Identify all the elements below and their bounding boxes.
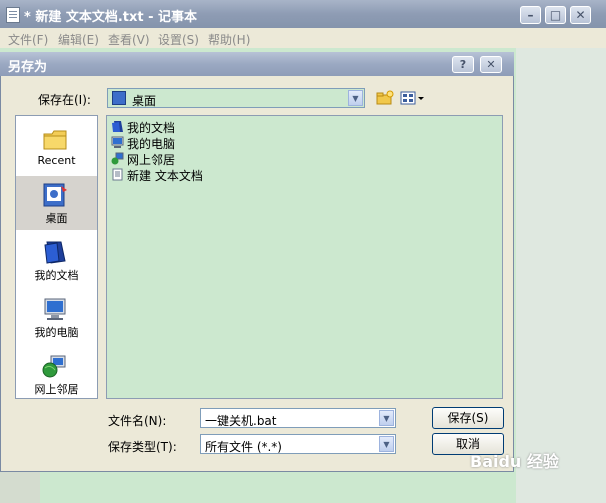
my-computer-icon [44,298,66,320]
menu-edit[interactable]: 编辑(E) [58,31,99,48]
desktop-icon [43,183,67,207]
filetype-label: 保存类型(T): [108,440,177,454]
notepad-bottom-strip [0,472,40,503]
network-places-icon [111,152,124,165]
notepad-title: * 新建 文本文档.txt - 记事本 [24,10,198,25]
place-my-documents[interactable]: 我的文档 [16,233,97,287]
filename-input[interactable]: 一键关机.bat ▼ [200,408,396,428]
save-in-value: 桌面 [132,94,157,108]
file-name: 我的电脑 [127,137,176,151]
new-folder-icon[interactable] [376,90,394,106]
place-desktop[interactable]: 桌面 [16,176,97,230]
file-name: 网上邻居 [127,153,176,167]
maximize-button[interactable]: □ [545,6,566,24]
places-bar: Recent 桌面 我的文档 我的电脑 网上邻居 [15,115,98,399]
filetype-dropdown-icon[interactable]: ▼ [379,436,394,452]
menu-settings[interactable]: 设置(S) [158,31,199,48]
desktop-icon [112,91,126,105]
my-documents-icon [112,121,123,132]
filetype-value: 所有文件 (*.*) [205,440,282,454]
place-label-recent: Recent [37,154,76,167]
network-places-icon [42,355,66,378]
place-label-network: 网上邻居 [34,383,79,396]
dialog-titlebar [0,52,514,76]
place-label-my-computer: 我的电脑 [34,326,79,339]
my-computer-icon [111,136,124,148]
filename-value: 一键关机.bat [205,414,277,428]
dialog-close-button[interactable]: ✕ [480,56,502,73]
close-button[interactable]: ✕ [570,6,591,24]
filetype-select[interactable]: 所有文件 (*.*) ▼ [200,434,396,454]
place-recent[interactable]: Recent [16,120,97,174]
notepad-icon [6,7,20,23]
view-menu-icon[interactable] [400,90,426,106]
menu-help[interactable]: 帮助(H) [208,31,250,48]
file-name: 新建 文本文档 [127,169,203,183]
text-file-icon [112,168,123,181]
watermark: Baidu 经验 [470,452,559,471]
file-name: 我的文档 [127,121,176,135]
place-label-desktop: 桌面 [45,212,68,225]
dialog-title: 另存为 [8,60,48,75]
dialog-help-button[interactable]: ? [452,56,474,73]
notepad-text-area-right [516,48,606,503]
recent-folder-icon [43,130,67,150]
save-button[interactable]: 保存(S) [432,407,504,429]
menu-view[interactable]: 查看(V) [108,31,150,48]
filename-label: 文件名(N): [108,414,167,428]
my-documents-icon [44,241,66,264]
place-network[interactable]: 网上邻居 [16,347,97,401]
save-in-combo[interactable]: 桌面 ▼ [107,88,365,108]
save-in-dropdown-icon[interactable]: ▼ [348,90,363,106]
menu-file[interactable]: 文件(F) [8,31,48,48]
place-my-computer[interactable]: 我的电脑 [16,290,97,344]
save-in-label: 保存在(I): [38,93,91,107]
place-label-my-documents: 我的文档 [34,269,79,282]
filename-dropdown-icon[interactable]: ▼ [379,410,394,426]
minimize-button[interactable]: – [520,6,541,24]
file-list[interactable]: 我的文档 我的电脑 网上邻居 新建 文本文档 [106,115,503,399]
